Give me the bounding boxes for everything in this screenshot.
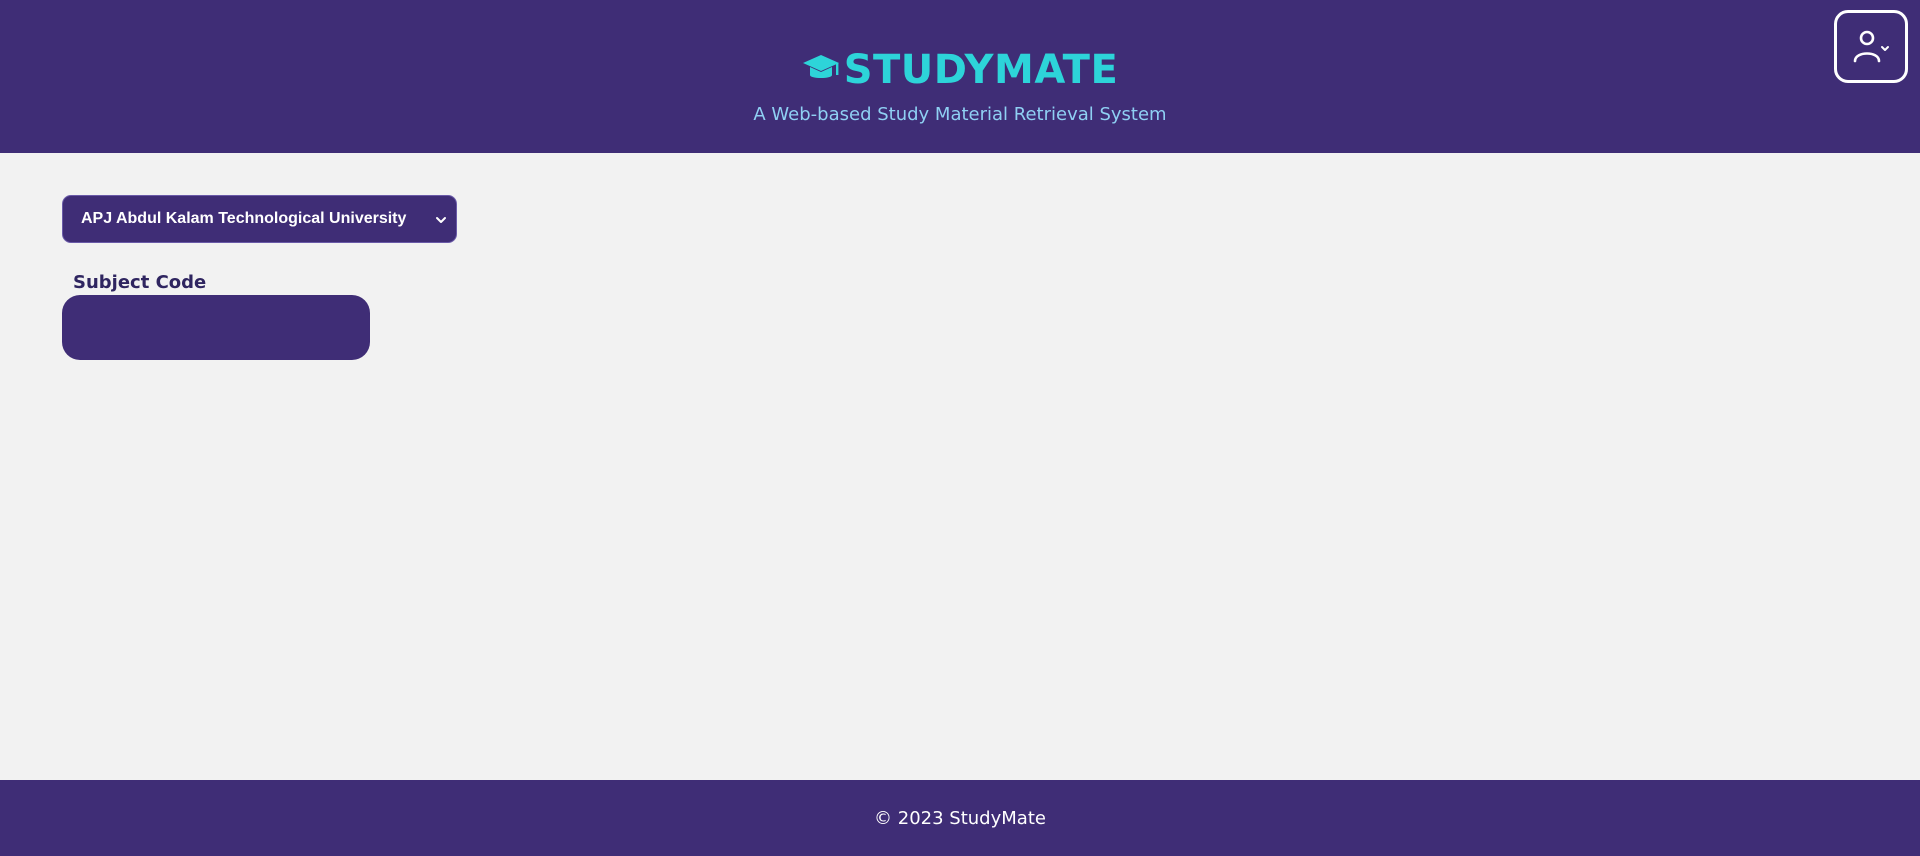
site-header: STUDYMATE A Web-based Study Material Ret…	[0, 0, 1920, 153]
brand: STUDYMATE	[0, 50, 1920, 90]
chevron-down-icon	[436, 217, 446, 223]
user-icon	[1853, 30, 1889, 62]
subject-code-label: Subject Code	[73, 272, 207, 293]
tagline: A Web-based Study Material Retrieval Sys…	[753, 104, 1167, 125]
university-select[interactable]: APJ Abdul Kalam Technological University	[62, 195, 457, 243]
brand-name: STUDYMATE	[843, 47, 1119, 93]
brand-logo-group: STUDYMATE	[802, 50, 1119, 90]
graduation-cap-icon	[802, 55, 839, 78]
subject-code-input[interactable]	[62, 295, 370, 360]
profile-menu-button[interactable]	[1834, 10, 1908, 83]
footer-copyright: © 2023 StudyMate	[874, 807, 1046, 829]
university-select-value: APJ Abdul Kalam Technological University	[81, 210, 407, 227]
site-footer: © 2023 StudyMate	[0, 780, 1920, 856]
